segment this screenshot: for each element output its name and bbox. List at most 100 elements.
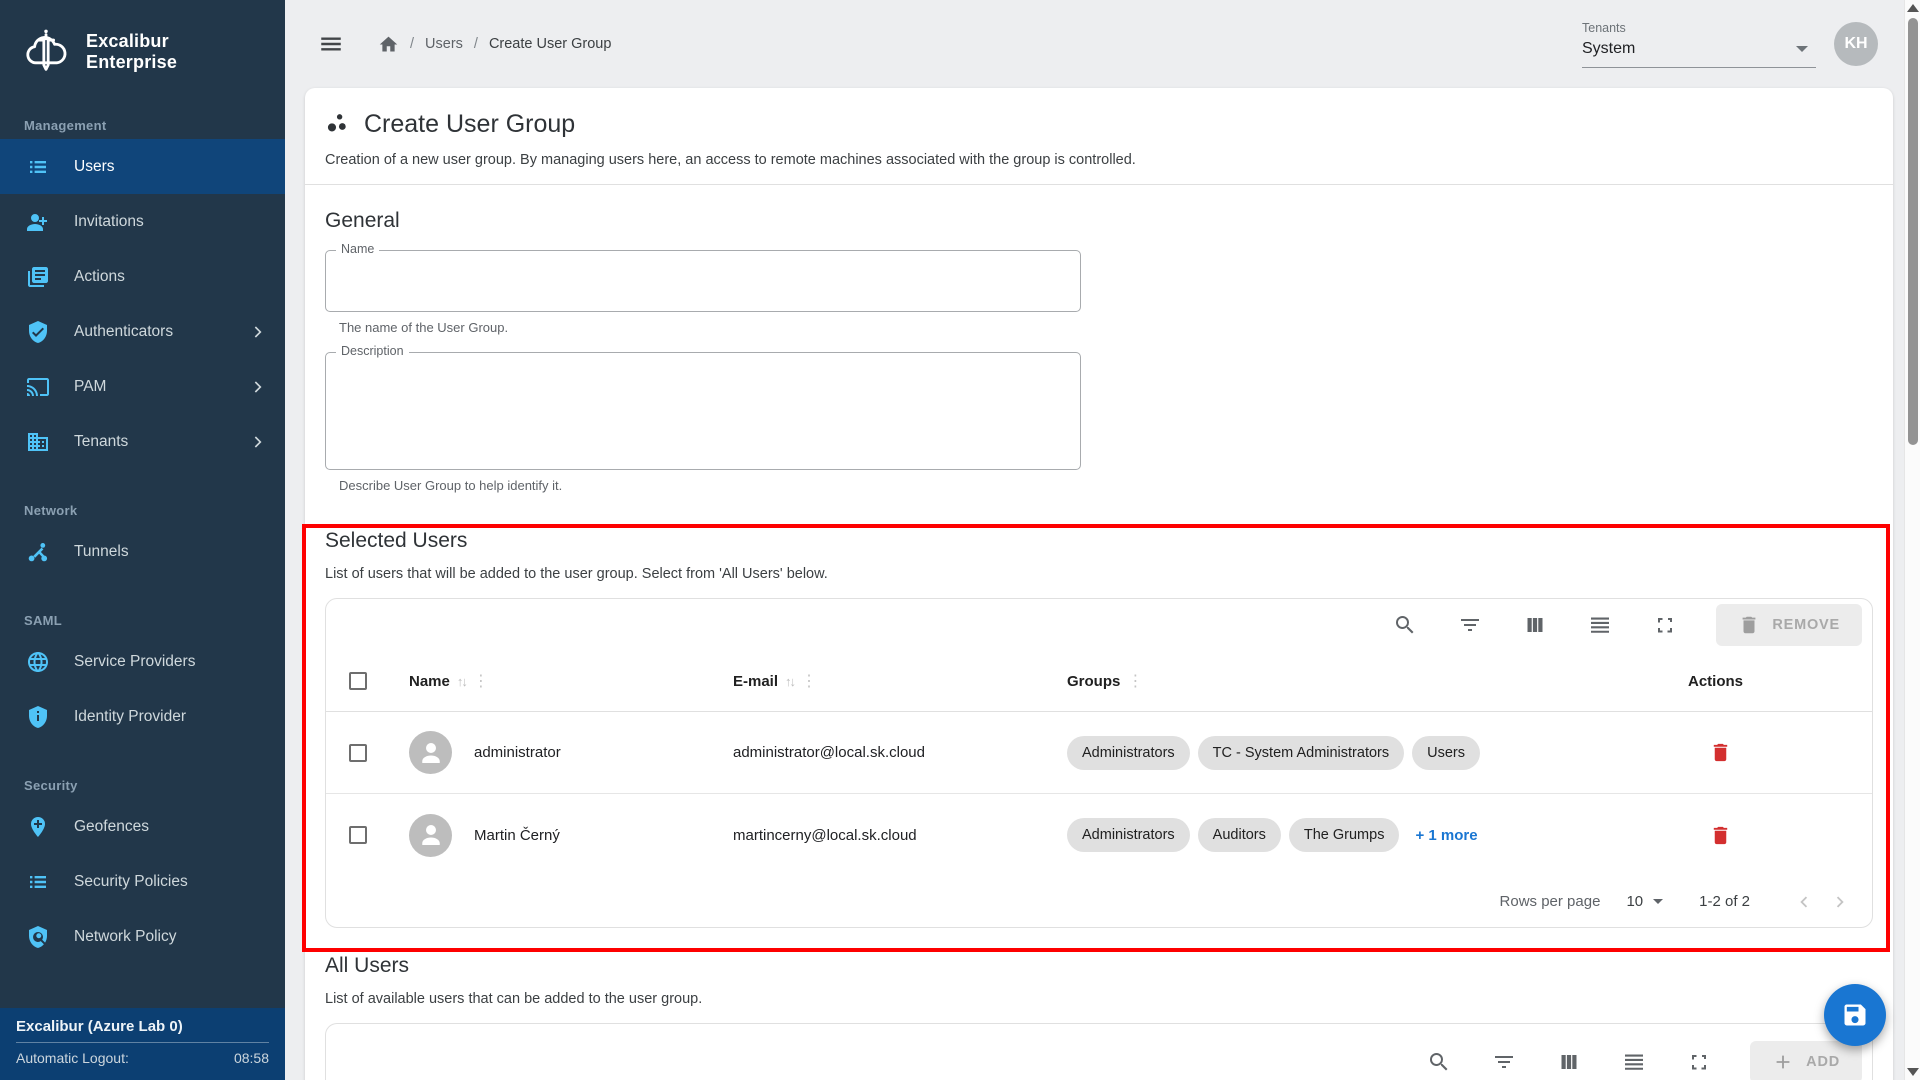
chevron-right-icon bbox=[247, 432, 267, 452]
sidebar-item-authenticators[interactable]: Authenticators bbox=[0, 304, 285, 359]
group-chip: Administrators bbox=[1067, 736, 1190, 770]
user-group-icon bbox=[325, 111, 352, 138]
previous-page-button[interactable] bbox=[1786, 884, 1822, 920]
sidebar-item-tenants[interactable]: Tenants bbox=[0, 414, 285, 469]
auto-logout-label: Automatic Logout: bbox=[16, 1050, 129, 1066]
menu-toggle-button[interactable] bbox=[318, 31, 344, 57]
sidebar-section-label-network: Network bbox=[0, 503, 285, 518]
sidebar-item-identity-provider[interactable]: Identity Provider bbox=[0, 689, 285, 744]
tenant-select[interactable]: Tenants System bbox=[1582, 21, 1816, 68]
columns-icon[interactable] bbox=[1549, 1042, 1589, 1080]
density-icon[interactable] bbox=[1614, 1042, 1654, 1080]
domain-icon bbox=[26, 430, 50, 454]
selected-users-section: Selected Users List of users that will b… bbox=[325, 529, 1873, 928]
cast-icon bbox=[26, 375, 50, 399]
fullscreen-icon[interactable] bbox=[1679, 1042, 1719, 1080]
delete-row-button[interactable] bbox=[1700, 815, 1740, 855]
library-books-icon bbox=[26, 265, 50, 289]
sort-icon[interactable]: ↑↓ bbox=[785, 674, 794, 689]
all-users-table: ADD bbox=[325, 1023, 1873, 1080]
more-groups-link[interactable]: + 1 more bbox=[1415, 827, 1477, 844]
sidebar-section-label-saml: SAML bbox=[0, 613, 285, 628]
list-icon bbox=[26, 870, 50, 894]
column-header-email[interactable]: E-mail bbox=[733, 673, 778, 690]
excalibur-logo-icon bbox=[20, 26, 72, 78]
person-add-icon bbox=[26, 210, 50, 234]
name-field-label: Name bbox=[336, 242, 379, 256]
column-header-name[interactable]: Name bbox=[409, 673, 450, 690]
rows-per-page-select[interactable]: 10 bbox=[1626, 893, 1663, 910]
search-icon[interactable] bbox=[1385, 605, 1425, 645]
sidebar-item-actions[interactable]: Actions bbox=[0, 249, 285, 304]
name-field: Name bbox=[325, 250, 1081, 312]
sidebar-item-users[interactable]: Users bbox=[0, 139, 285, 194]
breadcrumb-separator: / bbox=[474, 36, 478, 52]
remove-button[interactable]: REMOVE bbox=[1716, 604, 1862, 646]
fullscreen-icon[interactable] bbox=[1645, 605, 1685, 645]
selected-users-toolbar: REMOVE bbox=[326, 599, 1872, 651]
name-input[interactable] bbox=[326, 251, 1080, 311]
all-users-section: All Users List of available users that c… bbox=[325, 954, 1873, 1080]
scrollbar[interactable] bbox=[1904, 0, 1920, 1080]
user-name: administrator bbox=[474, 744, 561, 761]
sidebar-nav: ManagementUsersInvitationsActionsAuthent… bbox=[0, 104, 285, 964]
group-chip: Administrators bbox=[1067, 818, 1190, 852]
column-menu-icon[interactable]: ⋮ bbox=[473, 671, 489, 691]
all-users-heading: All Users bbox=[325, 954, 1873, 978]
breadcrumb-users[interactable]: Users bbox=[425, 36, 463, 52]
filter-icon[interactable] bbox=[1450, 605, 1490, 645]
user-avatar-icon bbox=[409, 731, 452, 774]
globe-icon bbox=[26, 650, 50, 674]
sort-icon[interactable]: ↑↓ bbox=[457, 674, 466, 689]
scrollbar-thumb[interactable] bbox=[1908, 18, 1918, 445]
description-input[interactable] bbox=[326, 353, 1080, 469]
sidebar-item-pam[interactable]: PAM bbox=[0, 359, 285, 414]
row-checkbox[interactable] bbox=[349, 826, 367, 844]
name-helper-text: The name of the User Group. bbox=[339, 320, 1873, 335]
selected-users-heading: Selected Users bbox=[325, 529, 1873, 553]
group-chip: Auditors bbox=[1198, 818, 1281, 852]
column-menu-icon[interactable]: ⋮ bbox=[1127, 671, 1143, 691]
sidebar-item-service-providers[interactable]: Service Providers bbox=[0, 634, 285, 689]
chevron-right-icon bbox=[247, 322, 267, 342]
pagination-range: 1-2 of 2 bbox=[1699, 893, 1750, 910]
tenant-select-label: Tenants bbox=[1582, 21, 1816, 35]
rows-per-page-label: Rows per page bbox=[1500, 893, 1601, 910]
sidebar-item-network-policy[interactable]: Network Policy bbox=[0, 909, 285, 964]
user-groups: AdministratorsAuditorsThe Grumps+ 1 more bbox=[1055, 818, 1672, 852]
user-avatar[interactable]: KH bbox=[1834, 22, 1878, 66]
description-helper-text: Describe User Group to help identify it. bbox=[339, 478, 1873, 493]
user-avatar-icon bbox=[409, 814, 452, 857]
sidebar-item-security-policies[interactable]: Security Policies bbox=[0, 854, 285, 909]
columns-icon[interactable] bbox=[1515, 605, 1555, 645]
tenant-footer-title: Excalibur (Azure Lab 0) bbox=[16, 1018, 269, 1035]
table-body: administratoradministrator@local.sk.clou… bbox=[326, 712, 1872, 876]
home-icon[interactable] bbox=[378, 34, 399, 55]
sidebar-item-tunnels[interactable]: Tunnels bbox=[0, 524, 285, 579]
delete-row-button[interactable] bbox=[1700, 733, 1740, 773]
filter-icon[interactable] bbox=[1484, 1042, 1524, 1080]
auto-logout-value: 08:58 bbox=[234, 1050, 269, 1066]
row-checkbox[interactable] bbox=[349, 744, 367, 762]
column-header-actions: Actions bbox=[1688, 673, 1743, 690]
scrollbar-up-arrow[interactable] bbox=[1907, 4, 1919, 12]
search-icon[interactable] bbox=[1419, 1042, 1459, 1080]
density-icon[interactable] bbox=[1580, 605, 1620, 645]
select-all-checkbox[interactable] bbox=[349, 672, 367, 690]
column-header-groups[interactable]: Groups bbox=[1067, 673, 1120, 690]
save-button[interactable] bbox=[1824, 984, 1886, 1046]
column-menu-icon[interactable]: ⋮ bbox=[801, 671, 817, 691]
shield-check-icon bbox=[26, 320, 50, 344]
sidebar-item-geofences[interactable]: Geofences bbox=[0, 799, 285, 854]
table-pagination: Rows per page 10 1-2 of 2 bbox=[326, 876, 1872, 927]
scrollbar-down-arrow[interactable] bbox=[1907, 1068, 1919, 1076]
topbar: / Users / Create User Group Tenants Syst… bbox=[285, 0, 1920, 88]
trash-icon bbox=[1738, 614, 1760, 636]
page-title: Create User Group bbox=[364, 110, 575, 139]
tenant-select-value: System bbox=[1582, 40, 1635, 58]
breadcrumb-current: Create User Group bbox=[489, 36, 612, 52]
sidebar-item-invitations[interactable]: Invitations bbox=[0, 194, 285, 249]
next-page-button[interactable] bbox=[1822, 884, 1858, 920]
selected-users-description: List of users that will be added to the … bbox=[325, 566, 1873, 582]
add-button[interactable]: ADD bbox=[1750, 1041, 1862, 1080]
